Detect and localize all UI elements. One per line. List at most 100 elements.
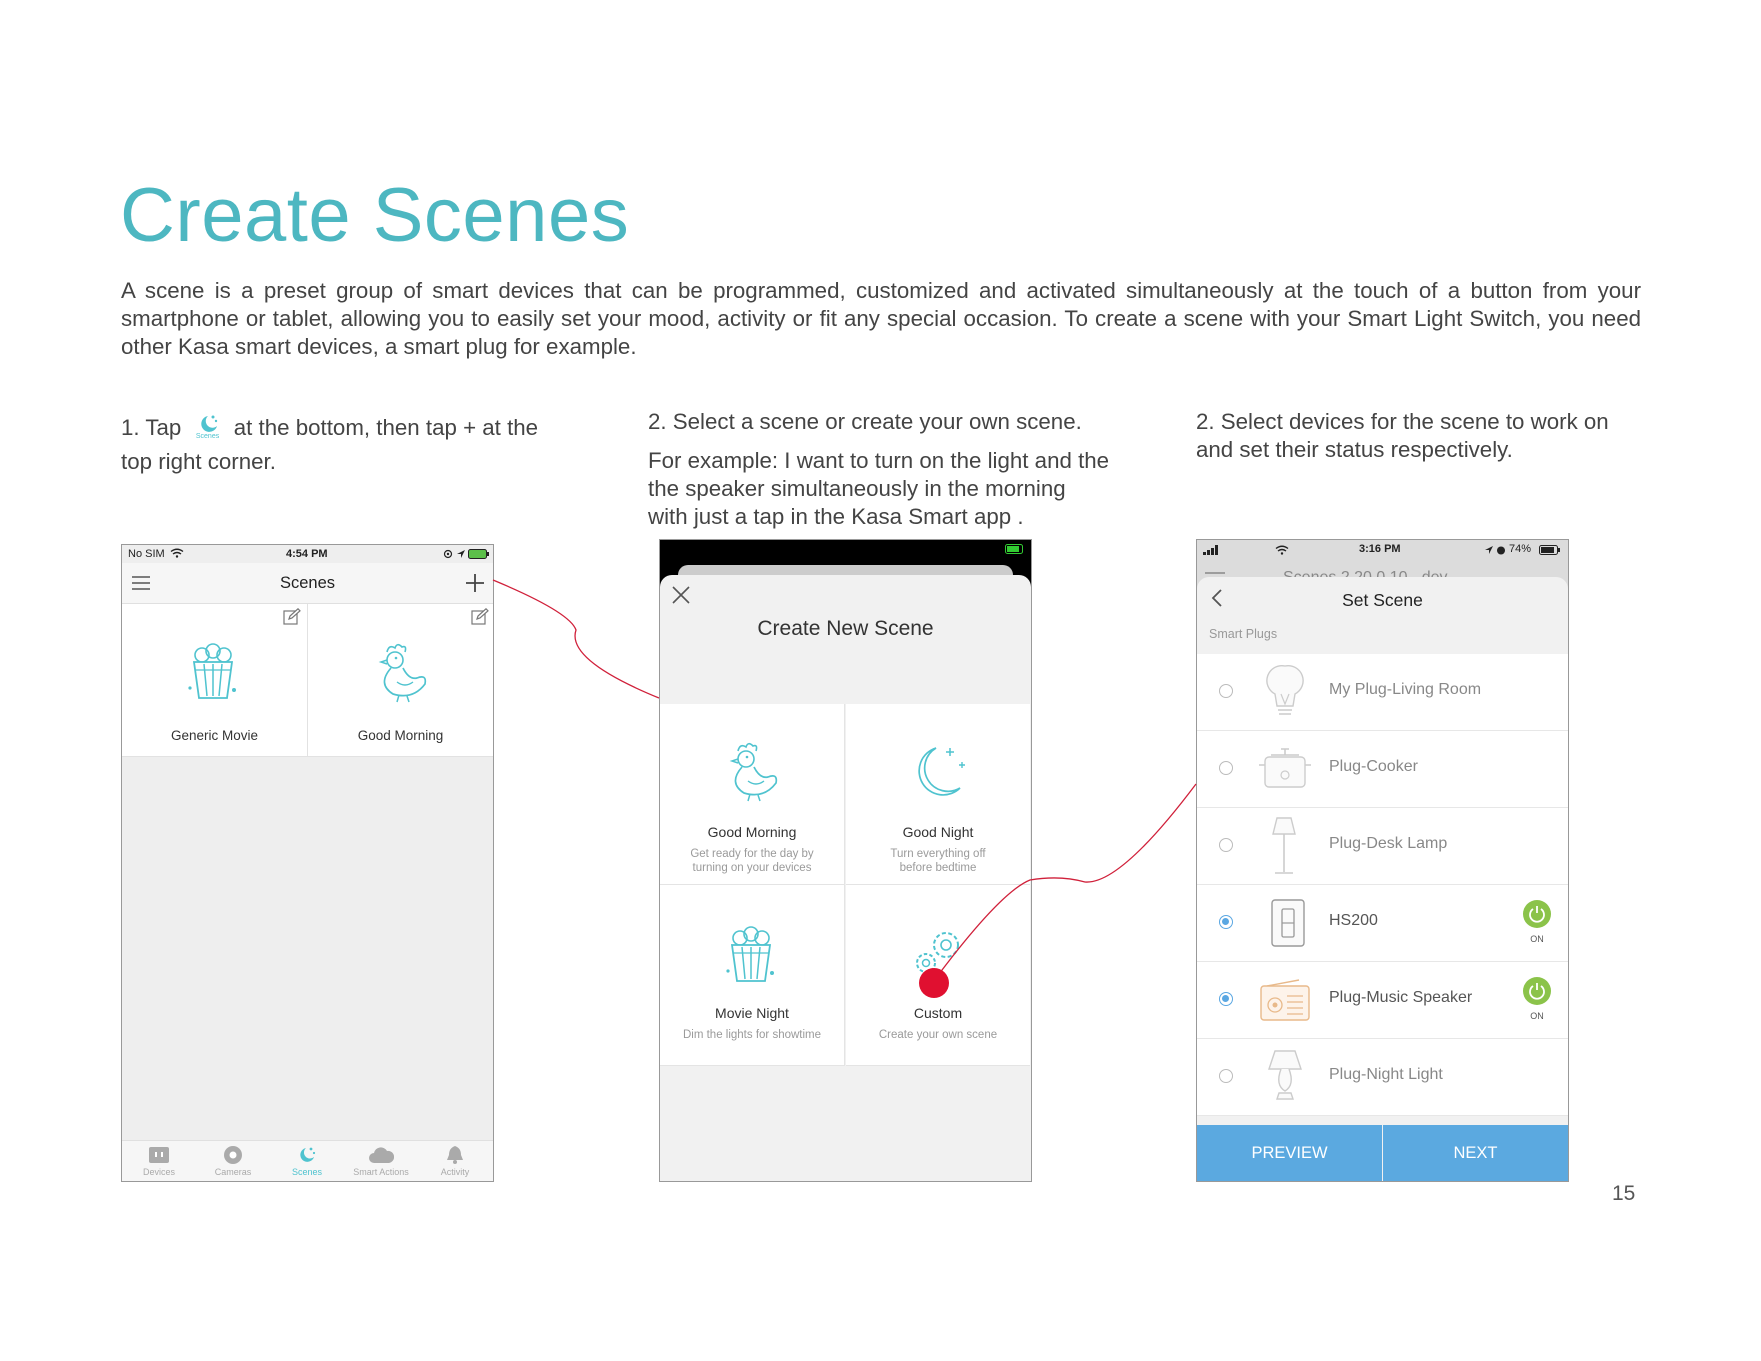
scene-tile-generic-movie[interactable]: Generic Movie: [122, 604, 308, 757]
device-row-plug-music-speaker[interactable]: Plug-Music Speaker ON: [1197, 962, 1568, 1039]
device-name: Plug-Desk Lamp: [1329, 835, 1448, 852]
device-radio[interactable]: [1219, 1069, 1233, 1083]
step-1-part2: at the bottom, then tap + at the: [233, 415, 539, 440]
page-number: 15: [1612, 1182, 1636, 1205]
step-2-line3: the speaker simultaneously in the mornin…: [648, 476, 1066, 501]
camera-icon: [222, 1145, 244, 1165]
next-button[interactable]: NEXT: [1383, 1125, 1568, 1181]
tab-devices[interactable]: Devices: [122, 1145, 196, 1177]
template-movie-night[interactable]: Movie Night Dim the lights for showtime: [660, 885, 845, 1066]
scene-label: Generic Movie: [170, 728, 259, 743]
tab-label: Scenes: [291, 1167, 323, 1177]
template-custom[interactable]: Custom Create your own scene: [846, 885, 1030, 1066]
template-name: Good Night: [902, 824, 974, 840]
scenes-screen: No SIM 4:54 PM Scenes Generic Movie Good…: [121, 544, 494, 1182]
device-name: My Plug-Living Room: [1329, 681, 1482, 698]
rooster-icon: [720, 738, 782, 804]
wifi-icon: [1275, 545, 1289, 555]
device-radio[interactable]: [1219, 838, 1233, 852]
location-icon: [443, 549, 453, 559]
device-name: Plug-Music Speaker: [1329, 989, 1473, 1006]
device-row-plug-night-light[interactable]: Plug-Night Light: [1197, 1039, 1568, 1116]
scene-tile-good-morning[interactable]: Good Morning: [308, 604, 493, 757]
location-icon: [1484, 545, 1494, 555]
wifi-icon: [170, 548, 184, 558]
power-icon: [1523, 900, 1551, 928]
step-1-part1: 1. Tap: [121, 415, 182, 440]
lamp-icon: [1269, 816, 1299, 876]
add-scene-button[interactable]: [465, 573, 485, 593]
connector-line-1: [492, 579, 660, 699]
battery-percent: 74%: [1509, 543, 1532, 555]
light-switch-icon: [1271, 899, 1305, 947]
power-icon: [1523, 977, 1551, 1005]
template-desc-line: turning on your devices: [692, 862, 812, 874]
cooker-icon: [1257, 745, 1313, 793]
create-scene-screen: Create New Scene Good Morning Get ready …: [659, 539, 1032, 1182]
device-radio[interactable]: [1219, 684, 1233, 698]
rooster-icon: [369, 640, 431, 704]
device-name: HS200: [1329, 912, 1378, 929]
step-2-line2: For example: I want to turn on the light…: [648, 448, 1110, 473]
night-lamp-icon: [1263, 1049, 1307, 1105]
power-toggle[interactable]: ON: [1522, 977, 1552, 1021]
set-scene-screen: 3:16 PM 74% Scenes 2.20.0.10 - dev Set S…: [1196, 539, 1569, 1182]
status-time: 3:16 PM: [1359, 543, 1401, 555]
close-icon[interactable]: [671, 585, 691, 605]
battery-icon: [1005, 544, 1025, 554]
status-time: 4:54 PM: [286, 548, 328, 560]
tab-scenes[interactable]: Scenes: [270, 1145, 344, 1177]
step-3-line2: and set their status respectively.: [1196, 437, 1513, 462]
device-radio-selected[interactable]: [1219, 992, 1233, 1006]
section-header: Smart Plugs: [1209, 627, 1278, 641]
template-desc-line: Dim the lights for showtime: [682, 1029, 822, 1041]
preview-button[interactable]: PREVIEW: [1197, 1125, 1382, 1181]
tab-smart-actions[interactable]: Smart Actions: [344, 1145, 418, 1177]
step-3-text: 2. Select devices for the scene to work …: [1196, 408, 1656, 464]
tab-label: Devices: [142, 1167, 175, 1177]
set-scene-title: Set Scene: [1342, 590, 1423, 610]
device-row-plug-desk-lamp[interactable]: Plug-Desk Lamp: [1197, 808, 1568, 885]
bell-icon: [444, 1145, 466, 1165]
popcorn-icon: [182, 642, 244, 704]
device-radio-selected[interactable]: [1219, 915, 1233, 929]
step-3-line1: 2. Select devices for the scene to work …: [1196, 409, 1609, 434]
page-title: Create Scenes: [120, 173, 630, 258]
template-name: Custom: [913, 1005, 963, 1021]
devices-icon: [148, 1145, 170, 1165]
set-scene-sheet: Set Scene Smart Plugs My Plug-Living Roo…: [1197, 577, 1568, 1181]
tab-activity[interactable]: Activity: [418, 1145, 492, 1177]
scene-label: Good Morning: [357, 728, 444, 743]
modal-title: Create New Scene: [757, 617, 934, 640]
template-good-night[interactable]: Good Night Turn everything off before bed…: [846, 704, 1030, 885]
tab-cameras[interactable]: Cameras: [196, 1145, 270, 1177]
template-good-morning[interactable]: Good Morning Get ready for the day by tur…: [660, 704, 845, 885]
tab-label: Cameras: [214, 1167, 252, 1177]
status-bar: 3:16 PM 74%: [1197, 540, 1568, 562]
status-bar: No SIM 4:54 PM: [122, 545, 493, 563]
step-1-part3: top right corner.: [121, 449, 276, 474]
edit-icon[interactable]: [283, 608, 301, 626]
template-desc-line: Turn everything off: [890, 848, 986, 860]
device-row-hs200[interactable]: HS200 ON: [1197, 885, 1568, 962]
device-row-my-plug-living-room[interactable]: My Plug-Living Room: [1197, 654, 1568, 731]
tab-label: Activity: [440, 1167, 470, 1177]
template-desc-line: before bedtime: [899, 862, 977, 874]
template-desc: Turn everything off before bedtime: [860, 847, 1016, 875]
edit-icon[interactable]: [471, 608, 489, 626]
power-toggle[interactable]: ON: [1522, 900, 1552, 944]
template-desc: Get ready for the day by turning on your …: [674, 847, 830, 875]
device-row-plug-cooker[interactable]: Plug-Cooker: [1197, 731, 1568, 808]
template-desc-line: Get ready for the day by: [690, 848, 814, 860]
radio-speaker-icon: [1259, 978, 1311, 1022]
bulb-icon: [1265, 664, 1305, 720]
power-status: ON: [1530, 1011, 1544, 1021]
signal-icon: [1203, 545, 1219, 555]
battery-icon: [468, 549, 490, 559]
popcorn-icon: [720, 925, 782, 987]
scenes-icon: [296, 1145, 318, 1165]
template-desc: Dim the lights for showtime: [674, 1028, 830, 1042]
device-radio[interactable]: [1219, 761, 1233, 775]
tab-bar: Devices Cameras Scenes Smart Actions Act…: [122, 1140, 493, 1181]
moon-icon: [906, 742, 970, 804]
